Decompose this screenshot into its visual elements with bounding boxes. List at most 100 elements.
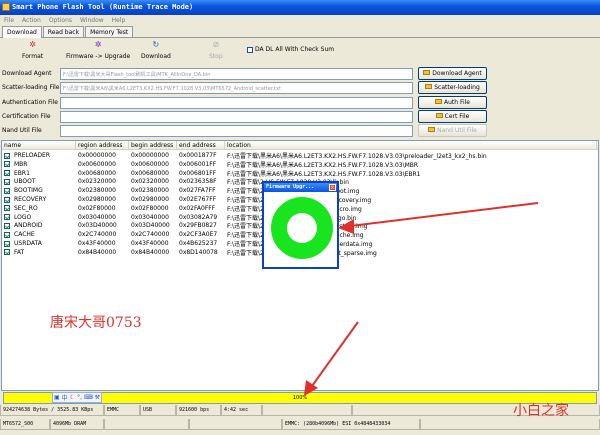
- dialog-close-icon[interactable]: ×: [329, 184, 336, 191]
- row-name: LOGO: [14, 213, 32, 221]
- status-storage: EMMC: [104, 405, 140, 416]
- row-location: F:\迅雷下载\黑米A6\黑米A6.L2ET3.KX2.HS.FW.F7.102…: [227, 161, 419, 169]
- row-checkbox[interactable]: [4, 205, 10, 212]
- scatter-loading-button[interactable]: Scatter-loading: [418, 81, 487, 94]
- status-port: USB: [140, 405, 176, 416]
- row-region-address: 0x02320000: [78, 178, 116, 186]
- nand-util-button[interactable]: Nand Util File: [418, 124, 487, 137]
- row-name: CACHE: [14, 231, 35, 239]
- row-checkbox[interactable]: [4, 240, 10, 247]
- firmware-upgrade-button[interactable]: ✲ Firmware -> Upgrade: [66, 40, 130, 60]
- row-checkbox[interactable]: [4, 187, 10, 194]
- menu-options[interactable]: Options: [49, 17, 72, 24]
- row-begin-address: 0x02F80000: [131, 204, 169, 212]
- firmware-icon: ✲: [94, 40, 102, 49]
- cert-file-button[interactable]: Cert File: [418, 110, 487, 123]
- title-bar: Smart Phone Flash Tool (Runtime Trace Mo…: [0, 0, 600, 15]
- firmware-upgrade-label: Firmware -> Upgrade: [66, 53, 131, 60]
- status-empty-1: [262, 405, 352, 416]
- auth-file-label: Authentication File: [2, 99, 58, 106]
- stop-button[interactable]: ⊘ Stop: [209, 40, 223, 60]
- row-end-address: 0x027FA7FF: [179, 187, 216, 195]
- row-name-cell: MBR: [2, 161, 76, 168]
- menu-help[interactable]: Help: [112, 17, 126, 24]
- cert-file-button-label: Cert File: [444, 113, 470, 120]
- row-checkbox[interactable]: [4, 178, 10, 185]
- row-name: RECOVERY: [14, 196, 47, 203]
- tab-download[interactable]: Download: [2, 26, 42, 38]
- cert-file-row: Certification File Cert File: [0, 110, 600, 123]
- row-name: USRDATA: [14, 240, 42, 247]
- row-begin-address: 0x43F40000: [131, 240, 169, 247]
- row-name: EBR1: [14, 169, 30, 177]
- download-agent-button[interactable]: Download Agent: [418, 67, 487, 80]
- row-begin-address: 0x02980000: [131, 196, 169, 203]
- row-name: BOOTIMG: [14, 187, 43, 195]
- progress-ring-icon: [271, 197, 333, 259]
- row-begin-address: 0x02320000: [131, 178, 169, 186]
- col-end-address[interactable]: end address: [177, 141, 225, 150]
- da-dl-all-label: DA DL All With Check Sum: [255, 46, 335, 53]
- tab-memory-test[interactable]: Memory Test: [85, 26, 134, 37]
- scatter-loading-field[interactable]: F:\迅雷下载\黑米A6\黑米A6.L2ET3.KX2.HS.FW.F7.102…: [60, 82, 413, 94]
- row-begin-address: 0x2C740000: [131, 231, 170, 239]
- nand-util-field[interactable]: [60, 125, 413, 137]
- row-name-cell: CACHE: [2, 231, 76, 238]
- row-region-address: 0x03D40000: [78, 222, 117, 230]
- status-chip: MT6572_S00: [0, 419, 50, 430]
- download-label: Download: [141, 53, 171, 60]
- col-begin-address[interactable]: begin address: [129, 141, 177, 150]
- col-name[interactable]: name: [2, 141, 76, 150]
- menu-action[interactable]: Action: [22, 17, 41, 24]
- da-dl-all-checkbox[interactable]: DA DL All With Check Sum: [247, 46, 334, 53]
- row-begin-address: 0x00600000: [131, 160, 169, 168]
- folder-icon: [435, 113, 443, 118]
- row-name-cell: SEC_RO: [2, 205, 76, 212]
- table-row[interactable]: PRELOADER 0x00000000 0x00000000 0x0001877F F…: [2, 151, 598, 160]
- row-region-address: 0x02380000: [78, 187, 116, 195]
- row-region-address: 0x00000000: [78, 152, 116, 159]
- row-name: MBR: [14, 160, 28, 168]
- col-location[interactable]: location: [225, 141, 597, 150]
- row-end-address: 0x006801FF: [179, 169, 217, 177]
- row-begin-address: 0x02380000: [131, 187, 169, 195]
- nand-util-label: Nand Util File: [2, 127, 42, 134]
- tab-read-back[interactable]: Read back: [42, 26, 85, 37]
- format-button[interactable]: ✲ Format: [22, 40, 43, 60]
- row-checkbox[interactable]: [4, 249, 10, 256]
- row-checkbox[interactable]: [4, 231, 10, 238]
- nand-util-button-label: Nand Util File: [437, 127, 477, 134]
- col-region-address[interactable]: region address: [76, 141, 129, 150]
- table-row[interactable]: EBR1 0x00680000 0x00680000 0x006801FF F:\迅雷下…: [2, 169, 598, 178]
- row-checkbox[interactable]: [4, 196, 10, 203]
- row-name-cell: RECOVERY: [2, 196, 76, 203]
- cert-file-field[interactable]: [60, 111, 413, 123]
- stop-icon: ⊘: [212, 40, 220, 49]
- auth-file-field[interactable]: [60, 97, 413, 109]
- dialog-title: Firmware Upgr...: [264, 183, 337, 192]
- ime-toolbar[interactable]: ▣ 中 ☾ °, ⌨ ⚒: [52, 392, 102, 403]
- nand-util-row: Nand Util File Nand Util File: [0, 124, 600, 137]
- status-bar: 924274638 Bytes / 3525.83 KBps EMMC USB …: [0, 405, 600, 416]
- status-time: 4:42 sec: [221, 405, 262, 416]
- download-button[interactable]: ↻ Download: [141, 40, 171, 60]
- row-checkbox[interactable]: [4, 222, 10, 229]
- row-region-address: 0x2C740000: [78, 231, 117, 239]
- menu-file[interactable]: File: [4, 17, 14, 24]
- download-icon: ↻: [152, 40, 160, 49]
- row-end-address: 0x02E767FF: [179, 196, 217, 203]
- row-name-cell: EBR1: [2, 170, 76, 177]
- row-checkbox[interactable]: [4, 152, 10, 159]
- auth-file-button[interactable]: Auth File: [418, 96, 487, 109]
- tab-strip: Download Read back Memory Test: [0, 26, 600, 38]
- table-row[interactable]: MBR 0x00600000 0x00600000 0x006001FF F:\迅雷下载…: [2, 160, 598, 169]
- download-agent-field[interactable]: F:\迅雷下载\黑米大哥Flash_tool刷机工具\MTK_AllInOne_…: [60, 68, 413, 80]
- row-end-address: 0x0001877F: [179, 152, 217, 159]
- row-name: PRELOADER: [14, 152, 51, 159]
- row-region-address: 0x03040000: [78, 213, 116, 221]
- row-checkbox[interactable]: [4, 214, 10, 221]
- row-checkbox[interactable]: [4, 161, 10, 168]
- row-checkbox[interactable]: [4, 170, 10, 177]
- menu-window[interactable]: Window: [80, 17, 104, 24]
- status2-empty-2: [189, 419, 282, 430]
